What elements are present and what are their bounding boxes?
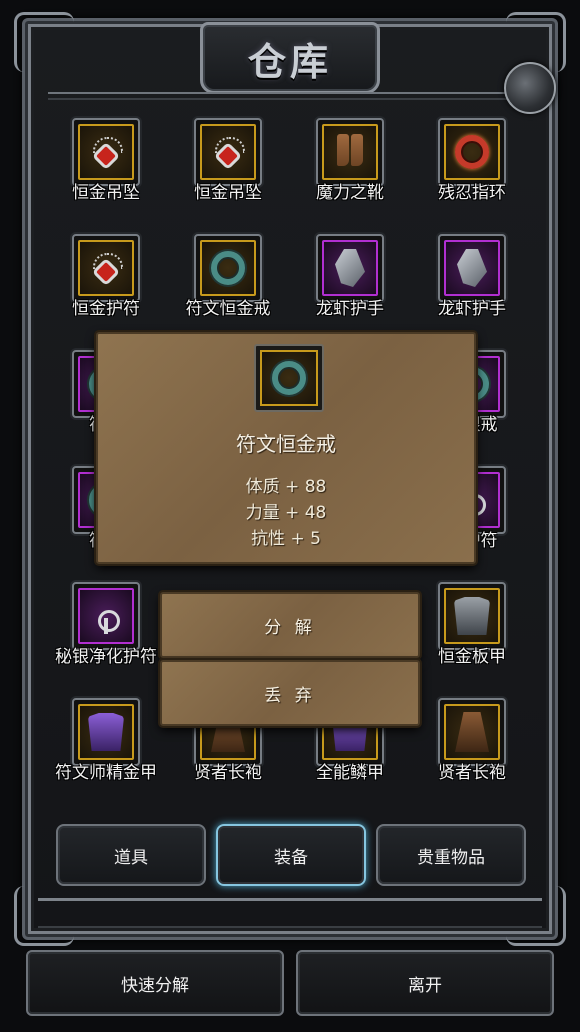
item-slot[interactable] (316, 234, 384, 302)
tab-items[interactable]: 道具 (56, 824, 206, 886)
item-name: 魔力之靴 (316, 183, 384, 203)
item-cell[interactable]: 符文师精金甲 (48, 692, 164, 800)
gauntlet-icon (457, 249, 487, 287)
item-cell[interactable]: 恒金护符 (48, 228, 164, 336)
item-slot[interactable] (194, 118, 262, 186)
discard-button[interactable]: 丢 弃 (160, 660, 420, 726)
orb-button[interactable] (504, 62, 556, 114)
item-name: 贤者长袍 (438, 763, 506, 783)
item-name: 贤者长袍 (194, 763, 262, 783)
item-cell[interactable]: 秘银净化护符 (48, 576, 164, 684)
item-name: 残忍指环 (438, 183, 506, 203)
item-name: 秘银净化护符 (55, 647, 157, 667)
item-cell[interactable]: 龙虾护手 (292, 228, 408, 336)
bottom-ornament (38, 898, 542, 928)
item-cell[interactable]: 魔力之靴 (292, 112, 408, 220)
item-slot[interactable] (438, 118, 506, 186)
item-tooltip: 符文恒金戒 体质 + 88 力量 + 48 抗性 + 5 (96, 332, 476, 564)
tooltip-stat: 力量 + 48 (245, 503, 327, 523)
item-cell[interactable]: 恒金吊坠 (48, 112, 164, 220)
tooltip-item-name: 符文恒金戒 (236, 432, 336, 456)
robe-icon (455, 712, 489, 752)
pendant-icon (91, 253, 123, 283)
item-slot[interactable] (194, 234, 262, 302)
amulet-icon (92, 598, 120, 634)
quick-decompose-button[interactable]: 快速分解 (26, 950, 284, 1016)
item-slot[interactable] (438, 582, 506, 650)
tab-equipment[interactable]: 装备 (216, 824, 366, 886)
item-slot[interactable] (72, 118, 140, 186)
tooltip-item-slot (254, 344, 324, 412)
item-cell[interactable]: 残忍指环 (414, 112, 530, 220)
decompose-button[interactable]: 分 解 (160, 592, 420, 658)
item-name: 符文师精金甲 (55, 763, 157, 783)
window-title: 仓库 (247, 38, 332, 84)
tab-valuables[interactable]: 贵重物品 (376, 824, 526, 886)
item-name: 恒金护符 (72, 299, 140, 319)
leave-button[interactable]: 离开 (296, 950, 554, 1016)
tooltip-stat: 抗性 + 5 (251, 529, 321, 549)
title-plate: 仓库 (200, 22, 380, 94)
title-divider (48, 92, 532, 100)
ring-icon (272, 361, 306, 395)
item-slot[interactable] (438, 234, 506, 302)
red-ring-icon (455, 135, 489, 169)
tooltip-stat: 体质 + 88 (245, 477, 327, 497)
ring-icon (211, 251, 245, 285)
item-name: 恒金吊坠 (194, 183, 262, 203)
item-cell[interactable]: 符文恒金戒 (170, 228, 286, 336)
item-cell[interactable]: 贤者长袍 (414, 692, 530, 800)
item-name: 恒金板甲 (438, 647, 506, 667)
item-cell[interactable]: 龙虾护手 (414, 228, 530, 336)
item-slot[interactable] (72, 698, 140, 766)
item-cell[interactable]: 恒金吊坠 (170, 112, 286, 220)
gauntlet-icon (335, 249, 365, 287)
pendant-icon (91, 137, 123, 167)
item-slot[interactable] (438, 698, 506, 766)
pendant-icon (213, 137, 245, 167)
item-slot[interactable] (72, 582, 140, 650)
item-slot[interactable] (72, 234, 140, 302)
item-name: 符文恒金戒 (185, 299, 271, 319)
item-cell[interactable]: 恒金板甲 (414, 576, 530, 684)
item-name: 龙虾护手 (438, 299, 506, 319)
item-name: 全能鳞甲 (316, 763, 384, 783)
item-name: 恒金吊坠 (72, 183, 140, 203)
frame-corner-ornament (14, 12, 74, 72)
item-name: 龙虾护手 (316, 299, 384, 319)
purple-armor-icon (88, 713, 124, 751)
plate-armor-icon (454, 597, 490, 635)
item-slot[interactable] (316, 118, 384, 186)
boots-icon (335, 134, 365, 170)
